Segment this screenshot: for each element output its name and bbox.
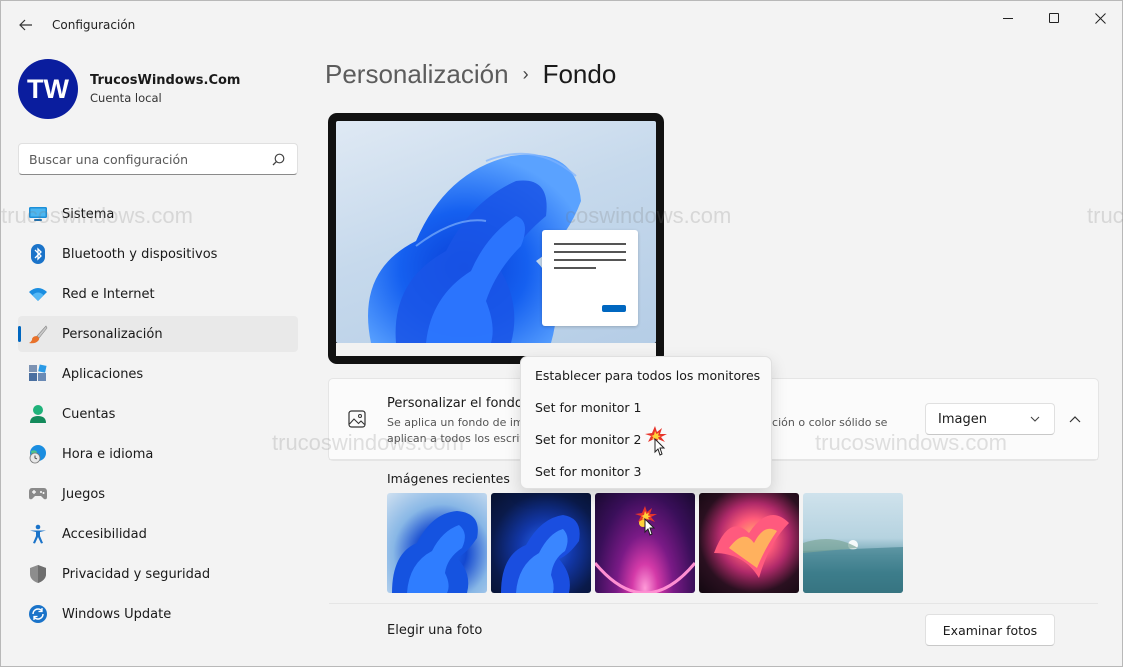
click-cursor-icon — [645, 426, 667, 456]
shield-icon — [28, 564, 48, 584]
sidebar-item-red[interactable]: Red e Internet — [18, 276, 298, 312]
chevron-down-icon — [1030, 416, 1040, 422]
image-icon — [348, 410, 366, 428]
menu-item-monitor-3[interactable]: Set for monitor 3 — [521, 455, 771, 487]
globe-clock-icon — [28, 444, 48, 464]
click-cursor-icon — [635, 506, 657, 536]
sidebar-item-sistema[interactable]: Sistema — [18, 196, 298, 232]
sidebar-item-personalizacion[interactable]: Personalización — [18, 316, 298, 352]
background-type-value: Imagen — [938, 411, 987, 427]
avatar: TW — [18, 59, 78, 119]
watermark: trucos — [1087, 203, 1123, 228]
sidebar-item-bluetooth[interactable]: Bluetooth y dispositivos — [18, 236, 298, 272]
app-title: Configuración — [52, 18, 136, 32]
sidebar-item-label: Personalización — [62, 326, 163, 342]
profile-account-type: Cuenta local — [90, 91, 162, 105]
collapse-button[interactable] — [1065, 407, 1085, 431]
sidebar-nav: Sistema Bluetooth y dispositivos Red e I… — [18, 196, 298, 636]
sidebar-item-label: Sistema — [62, 206, 115, 222]
sidebar-item-label: Cuentas — [62, 406, 116, 422]
sidebar-item-hora[interactable]: Hora e idioma — [18, 436, 298, 472]
breadcrumb-parent[interactable]: Personalización — [325, 59, 509, 89]
accessibility-icon — [28, 524, 48, 544]
browse-photos-button[interactable]: Examinar fotos — [925, 614, 1055, 646]
update-icon — [28, 604, 48, 624]
background-card-description-line2: aplican a todos los escrit — [387, 432, 524, 445]
sidebar-item-juegos[interactable]: Juegos — [18, 476, 298, 512]
recent-image-thumbnail[interactable] — [803, 493, 903, 593]
sidebar-item-label: Bluetooth y dispositivos — [62, 246, 218, 262]
close-icon — [1094, 12, 1106, 24]
sidebar-item-label: Windows Update — [62, 606, 172, 622]
arrow-left-icon — [19, 19, 32, 31]
preview-taskbar — [336, 343, 656, 356]
background-card-title: Personalizar el fondo — [387, 396, 523, 411]
background-card-description-tail: tación o color sólido se — [761, 416, 888, 429]
user-profile[interactable]: TW TrucosWindows.Com Cuenta local — [18, 59, 240, 119]
gamepad-icon — [28, 484, 48, 504]
background-card-description: Se aplica un fondo de im — [387, 416, 524, 429]
preview-window — [542, 230, 638, 326]
monitor-icon — [28, 204, 48, 224]
profile-name: TrucosWindows.Com — [90, 73, 241, 88]
menu-item-all-monitors[interactable]: Establecer para todos los monitores — [521, 359, 771, 391]
minimize-button[interactable] — [985, 1, 1031, 35]
title-bar: Configuración — [1, 1, 1122, 49]
search-input[interactable] — [19, 144, 259, 174]
person-icon — [28, 404, 48, 424]
sidebar-item-label: Privacidad y seguridad — [62, 566, 211, 582]
sidebar-item-label: Accesibilidad — [62, 526, 147, 542]
maximize-icon — [1049, 13, 1059, 23]
sidebar-item-privacidad[interactable]: Privacidad y seguridad — [18, 556, 298, 592]
close-button[interactable] — [1077, 1, 1123, 35]
monitor-context-menu: Establecer para todos los monitores Set … — [520, 356, 772, 489]
sidebar-item-cuentas[interactable]: Cuentas — [18, 396, 298, 432]
chevron-right-icon: › — [522, 64, 529, 84]
sidebar-item-label: Red e Internet — [62, 286, 155, 302]
recent-images-label: Imágenes recientes — [387, 471, 510, 486]
desktop-preview — [328, 113, 664, 364]
breadcrumb: Personalización › Fondo — [325, 59, 616, 90]
wifi-icon — [28, 284, 48, 304]
sidebar-item-label: Juegos — [62, 486, 106, 502]
recent-image-thumbnail[interactable] — [699, 493, 799, 593]
back-button[interactable] — [15, 13, 37, 37]
minimize-icon — [1003, 17, 1013, 19]
search-icon — [272, 153, 285, 166]
search-box[interactable] — [18, 143, 298, 175]
sidebar-item-aplicaciones[interactable]: Aplicaciones — [18, 356, 298, 392]
page-title: Fondo — [542, 59, 617, 89]
maximize-button[interactable] — [1031, 1, 1077, 35]
brush-icon — [28, 324, 48, 344]
sidebar-item-accesibilidad[interactable]: Accesibilidad — [18, 516, 298, 552]
choose-photo-label: Elegir una foto — [387, 623, 483, 638]
menu-item-monitor-1[interactable]: Set for monitor 1 — [521, 391, 771, 423]
sidebar-item-label: Hora e idioma — [62, 446, 154, 462]
chevron-up-icon — [1069, 416, 1081, 423]
sidebar-item-windows-update[interactable]: Windows Update — [18, 596, 298, 632]
recent-image-thumbnail[interactable] — [387, 493, 487, 593]
choose-photo-row: Elegir una foto Examinar fotos — [329, 603, 1098, 656]
background-type-select[interactable]: Imagen — [925, 403, 1055, 435]
bluetooth-icon — [28, 244, 48, 264]
sidebar-item-label: Aplicaciones — [62, 366, 144, 382]
apps-icon — [28, 364, 48, 384]
recent-image-thumbnail[interactable] — [491, 493, 591, 593]
